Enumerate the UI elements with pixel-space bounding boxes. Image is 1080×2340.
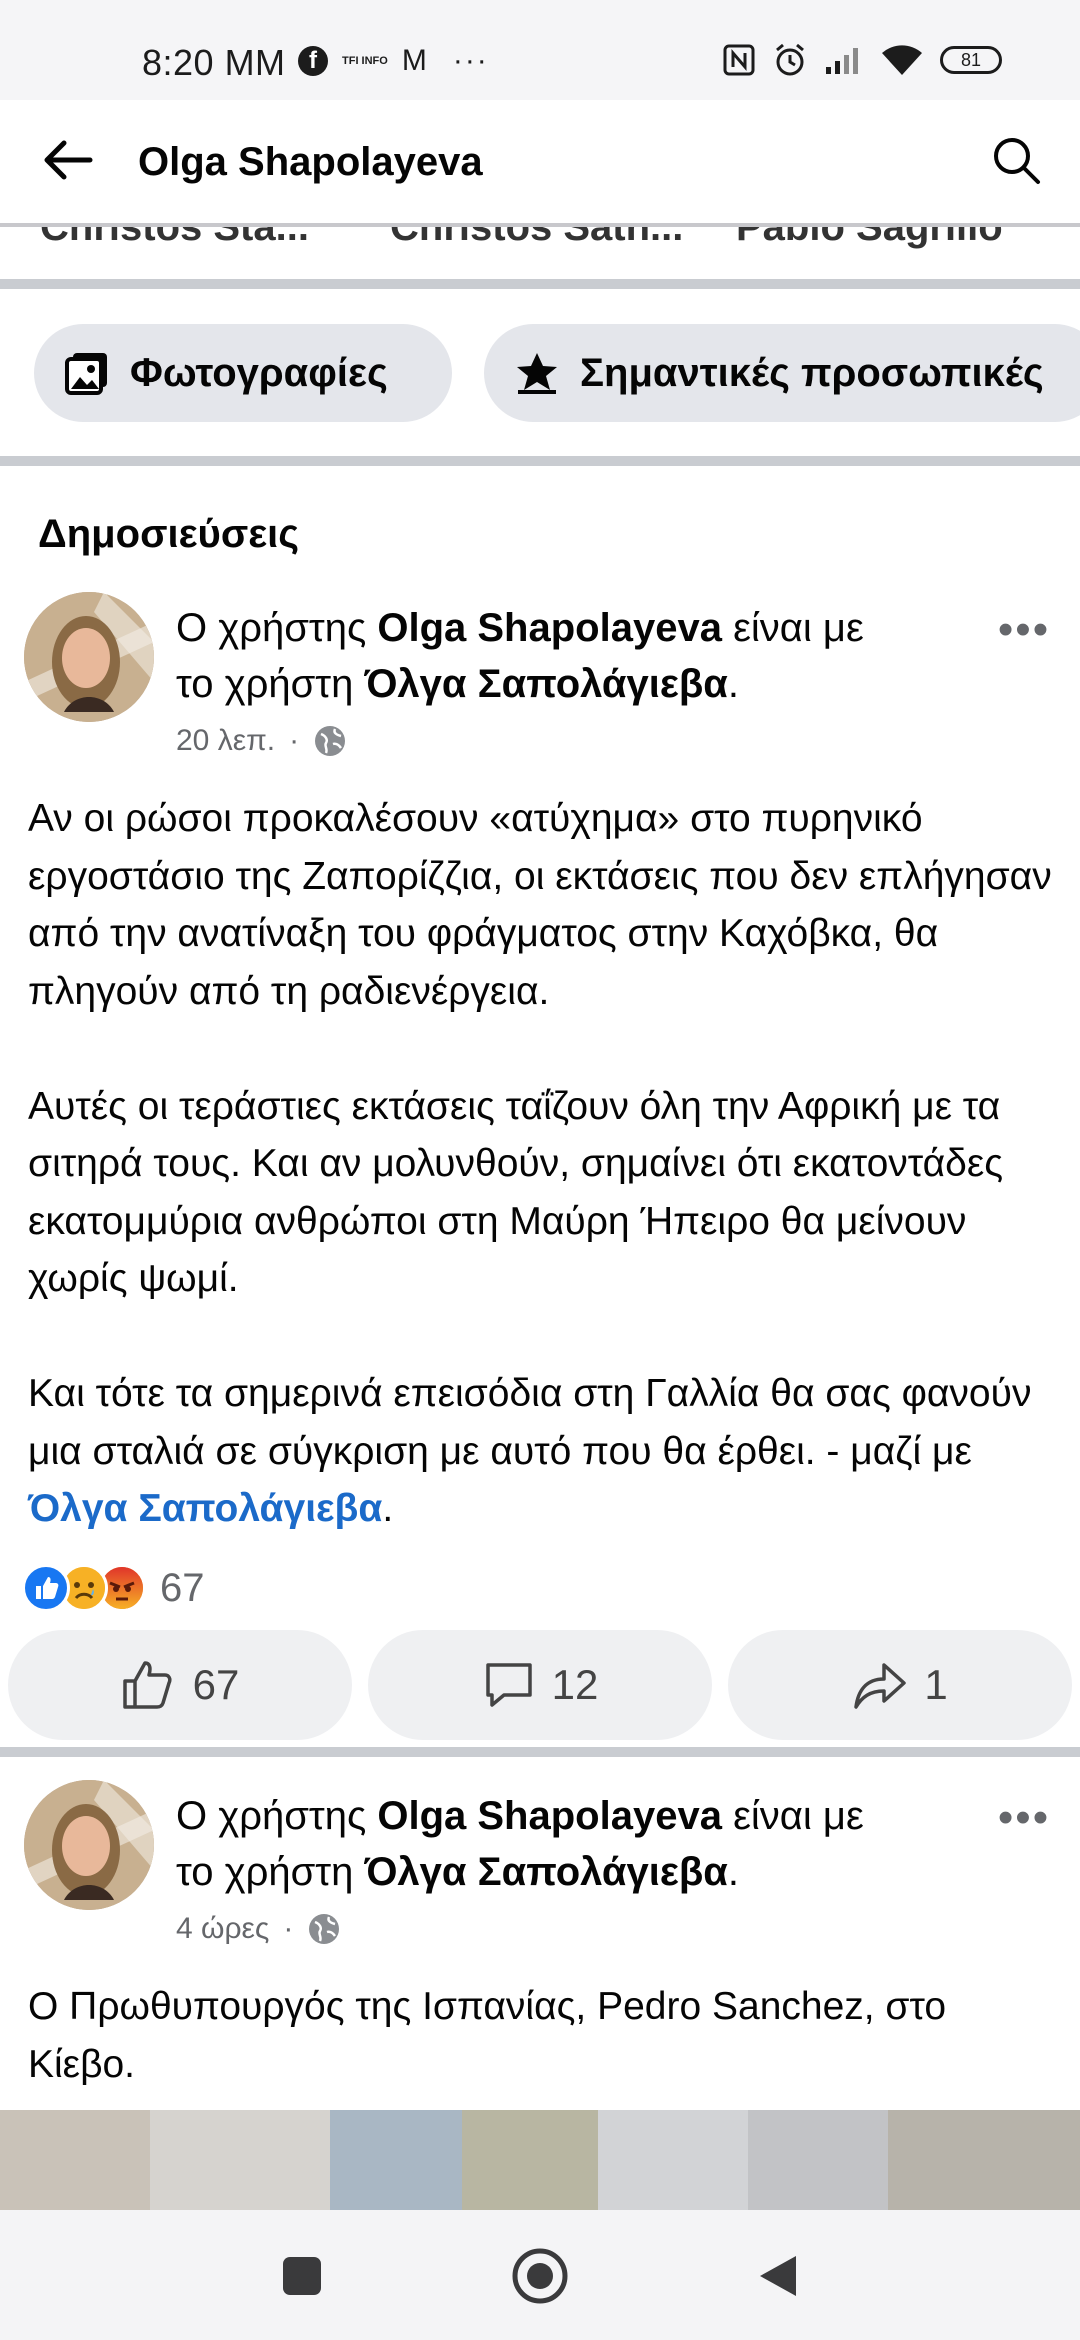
more-notifications-icon: ···: [452, 44, 489, 77]
photos-icon: [64, 351, 110, 395]
post-timestamp[interactable]: 20 λεπ.: [176, 724, 275, 758]
like-count: 67: [192, 1661, 240, 1708]
share-count: 1: [924, 1661, 948, 1708]
app-header: Olga Shapolayeva: [0, 100, 1080, 225]
star-icon: [514, 351, 560, 395]
post-more-options-button[interactable]: •••: [992, 608, 1056, 658]
post-paragraph: Και τότε τα σημερινά επεισόδια στη Γαλλί…: [28, 1365, 1058, 1538]
post-paragraph: Ο Πρωθυπουργός της Ισπανίας, Pedro Sanch…: [28, 1985, 947, 2086]
scrolled-friends-strip: Christos Sta... Christos Sath... Pablo S…: [0, 227, 1080, 251]
status-time: 8:20 MM: [142, 42, 286, 83]
globe-public-icon: [315, 726, 346, 756]
post-author-name[interactable]: Olga Shapolayeva: [377, 1794, 722, 1838]
reactions-summary[interactable]: 67: [22, 1564, 205, 1612]
alarm-icon: [776, 43, 804, 76]
featured-filter-button[interactable]: Σημαντικές προσωπικές: [484, 324, 1080, 422]
meta-separator: ·: [289, 724, 300, 757]
like-icon: [122, 1661, 172, 1709]
post-meta: 20 λεπ. ·: [176, 724, 347, 758]
signal-icon: [826, 48, 858, 74]
home-circle-icon: [512, 2248, 568, 2304]
avatar-photo: [24, 1780, 154, 1910]
posts-section-title: Δημοσιεύσεις: [38, 512, 300, 556]
home-button[interactable]: [510, 2246, 570, 2306]
page-title: Olga Shapolayeva: [138, 140, 483, 184]
featured-filter-label: Σημαντικές προσωπικές: [580, 350, 1044, 395]
facebook-notification-icon: f: [298, 46, 328, 76]
square-icon: [283, 2257, 321, 2295]
friend-name-cut[interactable]: Christos Sta...: [40, 227, 309, 250]
friend-name-cut[interactable]: Christos Sath...: [390, 227, 683, 250]
status-system-icons: 81: [722, 42, 1002, 78]
post-body: Αν οι ρώσοι προκαλέσουν «ατύχημα» στο πυ…: [28, 790, 1058, 1538]
post-header-line2: το χρήστη: [176, 662, 365, 706]
post-photo[interactable]: [0, 2110, 1080, 2210]
header-divider: [0, 223, 1080, 227]
meta-separator: ·: [283, 1912, 294, 1945]
friend-name-cut[interactable]: Pablo Sagrillo: [736, 227, 1003, 250]
post-header-prefix: Ο χρήστης: [176, 606, 378, 650]
comment-button[interactable]: 12: [368, 1630, 712, 1740]
author-avatar[interactable]: [24, 1780, 154, 1910]
comment-icon: [485, 1663, 532, 1707]
back-button[interactable]: [748, 2246, 808, 2306]
globe-public-icon: [309, 1914, 340, 1944]
battery-icon: 81: [940, 46, 1002, 74]
mail-notification-icon: M: [401, 44, 427, 77]
post-header-line2: το χρήστη: [176, 1850, 365, 1894]
post-header-middle: είναι με: [721, 1794, 864, 1838]
wifi-icon: [882, 45, 922, 75]
section-divider: [0, 279, 1080, 289]
post-body: Ο Πρωθυπουργός της Ισπανίας, Pedro Sanch…: [28, 1978, 1058, 2093]
like-button[interactable]: 67: [8, 1630, 352, 1740]
triangle-back-icon: [760, 2256, 796, 2296]
post-paragraph-text: Και τότε τα σημερινά επεισόδια στη Γαλλί…: [28, 1372, 1032, 1473]
like-reaction-icon: [22, 1564, 70, 1612]
post-header-middle: είναι με: [721, 606, 864, 650]
post-meta: 4 ώρες ·: [176, 1912, 341, 1946]
status-notification-icons: f TFI INFO M ···: [298, 44, 489, 78]
tagged-user-name[interactable]: Όλγα Σαπολάγιεβα: [364, 662, 727, 706]
info-notification-icon: TFI INFO: [342, 54, 388, 67]
post-header-prefix: Ο χρήστης: [176, 1794, 378, 1838]
post-header-text: Ο χρήστης Olga Shapolayeva είναι με το χ…: [176, 600, 956, 712]
tagged-user-name[interactable]: Όλγα Σαπολάγιεβα: [364, 1850, 727, 1894]
avatar-photo: [24, 592, 154, 722]
post-more-options-button[interactable]: •••: [992, 1796, 1056, 1846]
post-divider: [0, 1747, 1080, 1757]
section-divider: [0, 456, 1080, 466]
share-icon: [854, 1663, 907, 1709]
share-button[interactable]: 1: [728, 1630, 1072, 1740]
back-arrow-icon[interactable]: [38, 130, 98, 190]
post-author-name[interactable]: Olga Shapolayeva: [377, 606, 722, 650]
post-header-text: Ο χρήστης Olga Shapolayeva είναι με το χ…: [176, 1788, 956, 1900]
post-timestamp[interactable]: 4 ώρες: [176, 1912, 269, 1946]
post-paragraph: Αν οι ρώσοι προκαλέσουν «ατύχημα» στο πυ…: [28, 797, 1052, 1013]
post-header-suffix: .: [727, 662, 739, 706]
post-header-suffix: .: [727, 1850, 739, 1894]
post-paragraph: Αυτές οι τεράστιες εκτάσεις ταΐζουν όλη …: [28, 1084, 1004, 1301]
photos-filter-label: Φωτογραφίες: [130, 350, 388, 395]
search-icon[interactable]: [988, 132, 1044, 188]
photos-filter-button[interactable]: Φωτογραφίες: [34, 324, 452, 422]
comment-count: 12: [551, 1661, 599, 1708]
reaction-count: 67: [160, 1565, 205, 1610]
status-bar: 8:20 MM f TFI INFO M ··· 81: [0, 0, 1080, 100]
recent-apps-button[interactable]: [272, 2246, 332, 2306]
post-tagged-link[interactable]: Όλγα Σαπολάγιεβα: [28, 1487, 382, 1530]
author-avatar[interactable]: [24, 592, 154, 722]
system-navigation-bar: [0, 2210, 1080, 2340]
nfc-icon: [723, 44, 755, 76]
post-paragraph-end: .: [382, 1487, 394, 1530]
